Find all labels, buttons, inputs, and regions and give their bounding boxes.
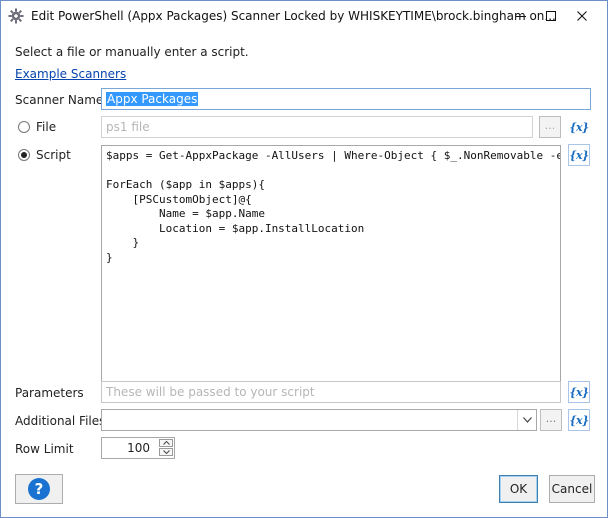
- spin-up-button[interactable]: [159, 439, 173, 447]
- script-code: $apps = Get-AppxPackage -AllUsers | Wher…: [106, 149, 561, 265]
- script-variable-button[interactable]: {x}: [568, 144, 590, 166]
- help-button[interactable]: ?: [15, 474, 63, 504]
- row-limit-label: Row Limit: [15, 442, 74, 456]
- chevron-down-icon: [162, 450, 170, 454]
- file-variable-button[interactable]: {x}: [568, 116, 590, 138]
- browse-additional-files-button[interactable]: ...: [540, 409, 562, 431]
- parameters-label: Parameters: [15, 386, 84, 400]
- script-editor[interactable]: $apps = Get-AppxPackage -AllUsers | Wher…: [101, 145, 561, 403]
- additional-files-variable-button[interactable]: {x}: [568, 409, 590, 431]
- file-label: File: [36, 120, 57, 134]
- browse-file-button[interactable]: ...: [539, 116, 561, 138]
- help-icon: ?: [28, 478, 50, 500]
- cancel-button[interactable]: Cancel: [549, 475, 595, 503]
- additional-files-label: Additional Files: [15, 414, 106, 428]
- scanner-name-value: Appx Packages: [106, 92, 199, 106]
- minimize-icon: [516, 16, 526, 17]
- variable-icon: {x}: [569, 120, 589, 134]
- parameters-placeholder: These will be passed to your script: [106, 385, 315, 399]
- instruction-text: Select a file or manually enter a script…: [15, 45, 249, 59]
- close-button[interactable]: [567, 1, 597, 31]
- parameters-variable-button[interactable]: {x}: [568, 381, 590, 403]
- example-scanners-link[interactable]: Example Scanners: [15, 67, 126, 81]
- window-title: Edit PowerShell (Appx Packages) Scanner …: [31, 9, 556, 23]
- variable-icon: {x}: [569, 148, 589, 162]
- edit-scanner-dialog: Edit PowerShell (Appx Packages) Scanner …: [0, 0, 608, 518]
- row-limit-value: 100: [127, 441, 150, 455]
- ok-button[interactable]: OK: [499, 475, 538, 503]
- chevron-down-icon: [522, 417, 532, 423]
- spin-down-button[interactable]: [159, 448, 173, 456]
- variable-icon: {x}: [569, 413, 589, 427]
- close-icon: [577, 11, 587, 21]
- script-line: Name = $app.Name: [106, 207, 265, 220]
- minimize-button[interactable]: [506, 1, 536, 31]
- gear-icon: [8, 8, 24, 24]
- script-line: Location = $app.InstallLocation: [106, 221, 365, 235]
- maximize-button[interactable]: [536, 1, 566, 31]
- scanner-name-input[interactable]: Appx Packages: [101, 88, 591, 110]
- script-line: $apps = Get-AppxPackage -AllUsers | Wher…: [106, 149, 561, 162]
- row-limit-spinner[interactable]: [159, 439, 173, 457]
- script-line: }: [106, 236, 140, 249]
- script-line: }: [106, 250, 113, 264]
- title-bar[interactable]: Edit PowerShell (Appx Packages) Scanner …: [1, 1, 607, 31]
- row-limit-input[interactable]: 100: [101, 437, 175, 459]
- additional-files-dropdown[interactable]: [101, 409, 537, 431]
- chevron-up-icon: [162, 441, 170, 445]
- script-radio[interactable]: [18, 149, 30, 161]
- dropdown-arrow[interactable]: [517, 410, 536, 430]
- file-radio[interactable]: [18, 121, 30, 133]
- scanner-name-label: Scanner Name: [15, 93, 104, 107]
- variable-icon: {x}: [569, 385, 589, 399]
- help-glyph: ?: [35, 480, 44, 498]
- parameters-input[interactable]: These will be passed to your script: [101, 381, 561, 403]
- dialog-content: Select a file or manually enter a script…: [1, 31, 607, 517]
- script-label: Script: [36, 148, 71, 162]
- script-line: ForEach ($app in $apps){: [106, 178, 265, 191]
- script-line: [PSCustomObject]@{: [106, 192, 252, 206]
- maximize-icon: [546, 11, 556, 21]
- file-placeholder: ps1 file: [106, 120, 150, 134]
- file-path-input[interactable]: ps1 file: [101, 116, 533, 138]
